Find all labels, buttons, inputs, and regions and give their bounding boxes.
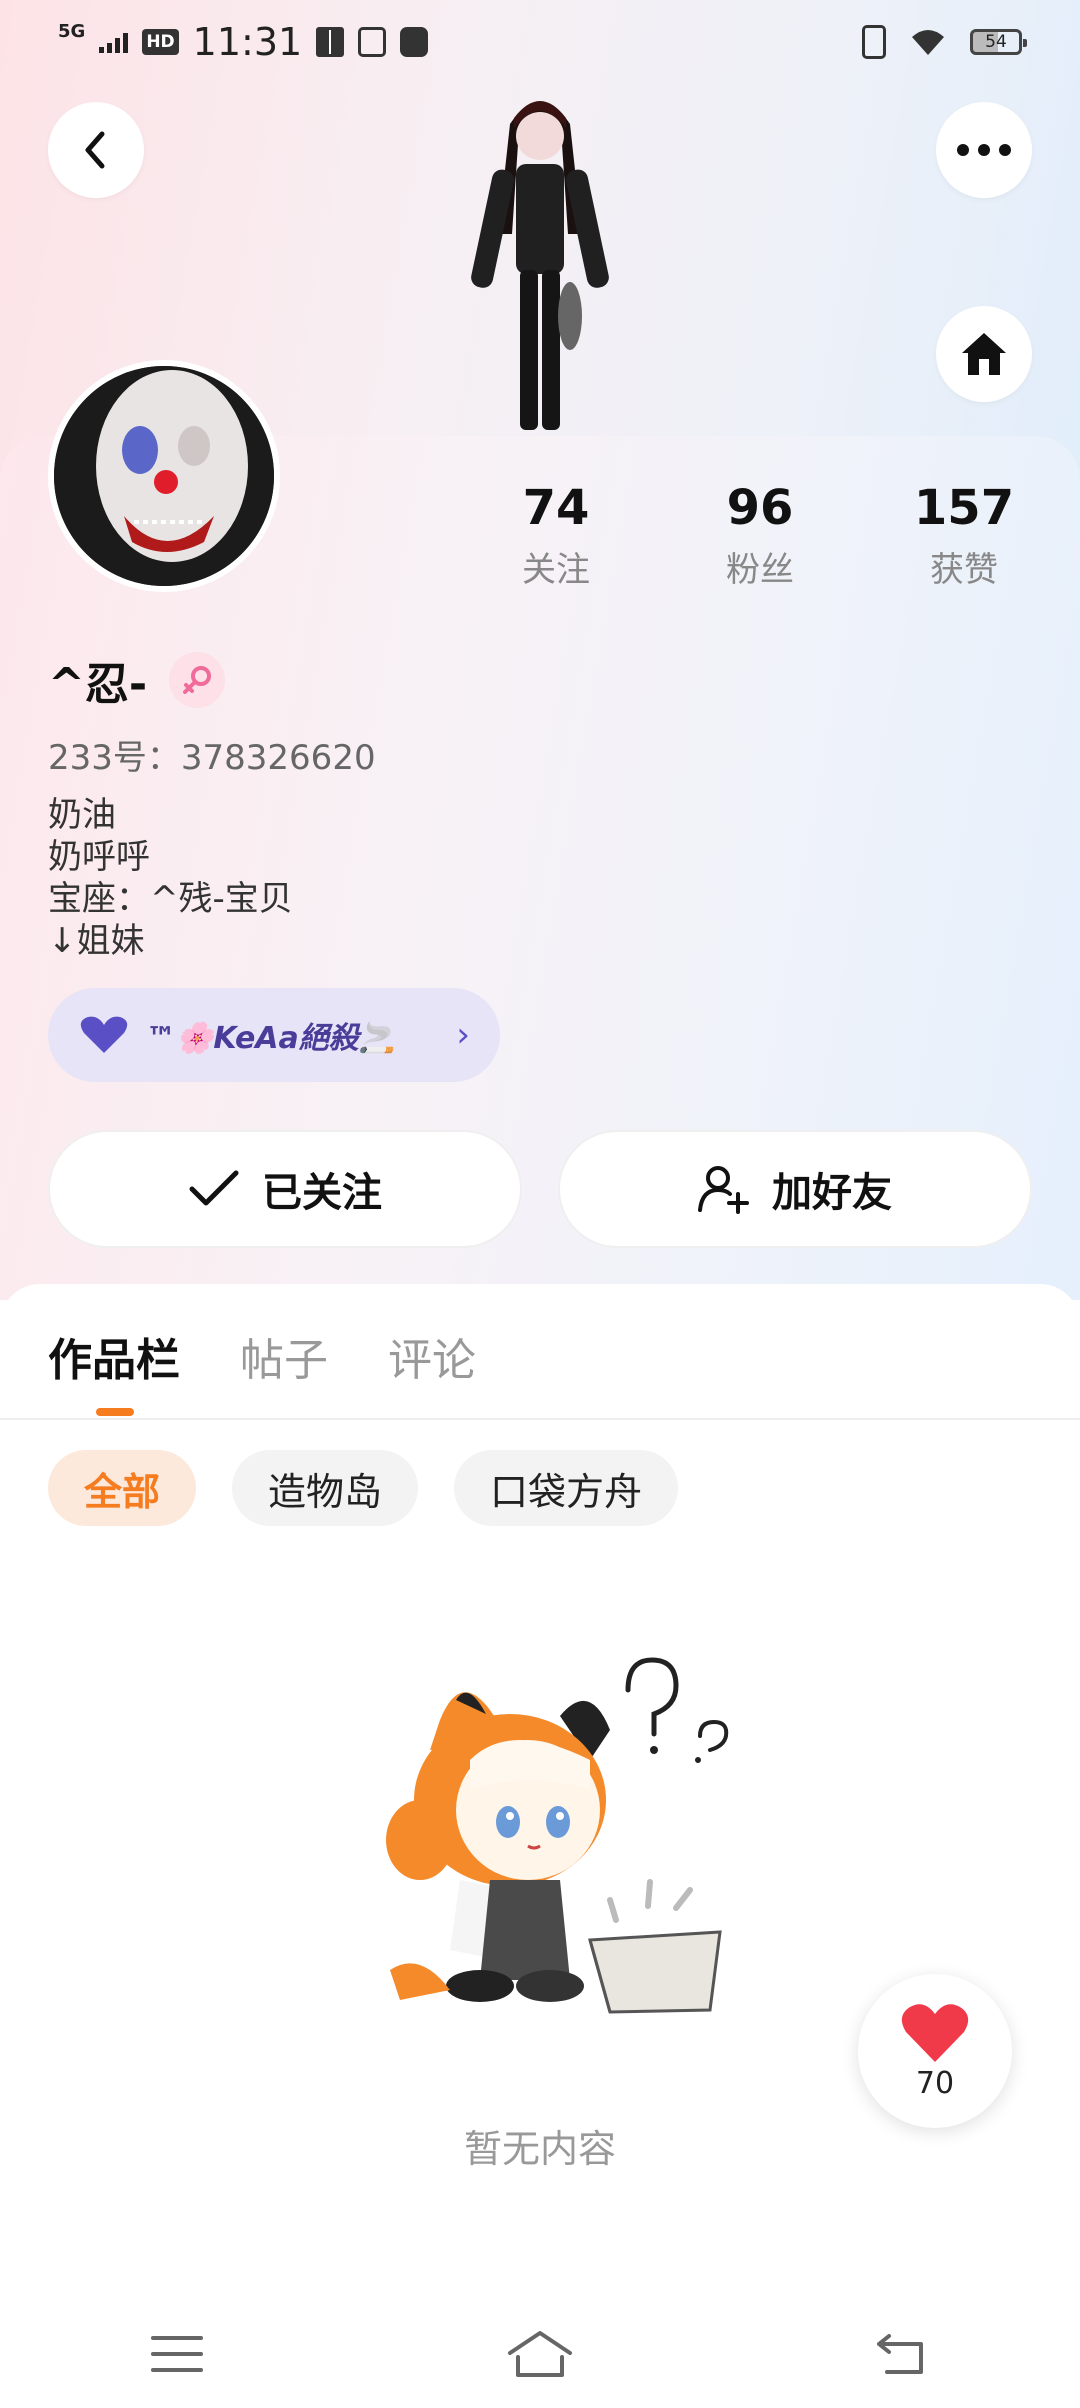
wifi-icon <box>912 30 944 55</box>
female-gender-icon <box>169 652 226 708</box>
stat-followers[interactable]: 96 粉丝 <box>670 480 850 591</box>
stat-likes-value: 157 <box>913 480 1015 536</box>
app-notification-icon <box>400 27 429 57</box>
menu-icon[interactable] <box>149 2332 205 2376</box>
add-friend-label: 加好友 <box>772 1170 892 1216</box>
back-arrow-icon <box>85 131 105 169</box>
active-tab-indicator <box>96 1408 134 1416</box>
bio-line: 宝座：^残-宝贝 <box>48 879 293 919</box>
content-tabs: 作品栏 帖子 评论 <box>48 1324 476 1388</box>
tab-divider <box>0 1418 1080 1420</box>
more-dots-icon <box>957 144 1011 156</box>
user-id: 233号：378326620 <box>48 738 376 778</box>
like-button[interactable]: 70 <box>858 1974 1012 2128</box>
empty-state-illustration <box>386 1657 729 2014</box>
stat-following[interactable]: 74 关注 <box>466 480 646 591</box>
tab-comments[interactable]: 评论 <box>388 1324 476 1388</box>
document-icon <box>358 27 387 57</box>
back-button[interactable] <box>48 102 144 198</box>
bio-line: 奶油 <box>48 795 116 835</box>
filter-pocket-ark[interactable]: 口袋方舟 <box>454 1450 679 1526</box>
following-label: 已关注 <box>262 1170 382 1216</box>
following-button[interactable]: 已关注 <box>48 1130 522 1248</box>
hd-badge: HD <box>142 29 179 55</box>
guild-name: ™🌸KeAa絕殺🚬 <box>146 1021 397 1056</box>
stat-following-label: 关注 <box>522 550 590 590</box>
filter-chips: 全部 造物岛 口袋方舟 <box>48 1450 679 1526</box>
battery-level: 54 <box>985 32 1007 52</box>
home-button[interactable] <box>936 306 1032 402</box>
network-type: 5G <box>58 21 86 42</box>
battery-icon: 54 <box>970 29 1027 55</box>
guild-badge[interactable]: ™🌸KeAa絕殺🚬 › <box>48 988 500 1082</box>
status-time: 11:31 <box>192 20 303 64</box>
tab-works[interactable]: 作品栏 <box>48 1324 180 1388</box>
avatar-image <box>54 366 274 586</box>
vibrate-icon <box>862 25 886 59</box>
stat-likes[interactable]: 157 获赞 <box>874 480 1054 591</box>
avatar[interactable] <box>48 360 280 592</box>
home-nav-icon[interactable] <box>504 2329 576 2379</box>
chevron-right-icon: › <box>456 1015 470 1055</box>
home-icon <box>962 333 1006 375</box>
more-button[interactable] <box>936 102 1032 198</box>
stat-likes-label: 获赞 <box>930 550 998 590</box>
check-icon <box>189 1170 239 1206</box>
nickname-text: ^忍- <box>48 659 148 710</box>
heart-icon <box>901 2003 969 2062</box>
bio: 奶油 奶呼呼 宝座：^残-宝贝 ↓姐妹 <box>48 794 293 962</box>
stat-following-value: 74 <box>522 480 590 536</box>
back-nav-icon[interactable] <box>875 2332 931 2376</box>
tab-posts[interactable]: 帖子 <box>240 1324 328 1388</box>
bio-line: ↓姐妹 <box>48 921 145 961</box>
nickname: ^忍- <box>48 648 226 712</box>
avatar-3d-figure <box>471 101 609 430</box>
bio-line: 奶呼呼 <box>48 837 150 877</box>
filter-creation-island[interactable]: 造物岛 <box>232 1450 419 1526</box>
like-count: 70 <box>915 2065 955 2101</box>
add-friend-button[interactable]: 加好友 <box>558 1130 1032 1248</box>
stat-followers-value: 96 <box>726 480 794 536</box>
signal-icon <box>99 31 129 53</box>
stat-followers-label: 粉丝 <box>726 550 794 590</box>
status-bar: 5G HD 11:31 54 <box>0 0 1080 84</box>
add-user-icon <box>698 1166 749 1214</box>
book-icon <box>316 27 345 57</box>
guild-heart-icon <box>80 1016 128 1053</box>
filter-all[interactable]: 全部 <box>48 1450 197 1526</box>
system-nav-bar <box>0 2300 1080 2408</box>
